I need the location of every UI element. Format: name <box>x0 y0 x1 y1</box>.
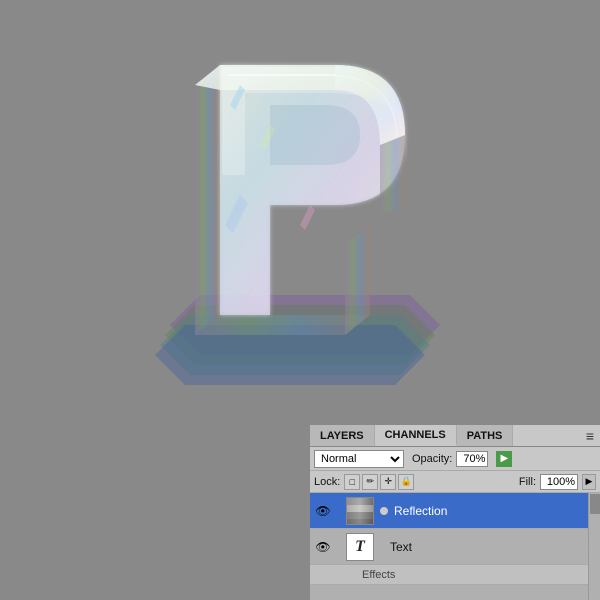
lock-all-btn[interactable]: 🔒 <box>398 474 414 490</box>
blend-opacity-row: Normal Opacity: ▶ <box>310 447 600 471</box>
effects-label: Effects <box>362 569 395 581</box>
layers-list: 👁 Reflection 👁 T <box>310 493 600 600</box>
letter-display <box>140 25 460 385</box>
layer-name-text: Text <box>390 540 583 554</box>
panels-area: LAYERS CHANNELS PATHS ≡ Normal Opacity: … <box>310 425 600 600</box>
lock-transparent-btn[interactable]: □ <box>344 474 360 490</box>
opacity-arrow[interactable]: ▶ <box>496 451 512 467</box>
tab-bar: LAYERS CHANNELS PATHS ≡ <box>310 425 600 447</box>
canvas-area <box>0 0 600 430</box>
opacity-label: Opacity: <box>412 453 452 465</box>
blend-mode-select[interactable]: Normal <box>314 450 404 468</box>
layer-name-reflection: Reflection <box>394 504 596 518</box>
layer-thumb-reflection <box>346 497 374 525</box>
lock-paint-btn[interactable]: ✏ <box>362 474 378 490</box>
effects-row: Effects <box>310 565 600 585</box>
layer-thumb-text: T <box>346 533 374 561</box>
visibility-icon-reflection[interactable]: 👁 <box>314 502 332 520</box>
scrollbar-thumb[interactable] <box>590 494 600 514</box>
fill-input[interactable] <box>540 474 578 490</box>
panel-menu-icon[interactable]: ≡ <box>580 425 600 446</box>
tab-channels[interactable]: CHANNELS <box>375 425 457 446</box>
opacity-input[interactable] <box>456 451 488 467</box>
tab-layers[interactable]: LAYERS <box>310 425 375 446</box>
layers-scrollbar[interactable] <box>588 493 600 600</box>
lock-label: Lock: <box>314 476 340 488</box>
layer-item-text[interactable]: 👁 T Text fx <box>310 529 600 565</box>
tab-paths[interactable]: PATHS <box>457 425 514 446</box>
layer-item-reflection[interactable]: 👁 Reflection <box>310 493 600 529</box>
layer-link-reflection <box>380 507 388 515</box>
lock-icons: □ ✏ ✛ 🔒 <box>344 474 414 490</box>
visibility-icon-text[interactable]: 👁 <box>314 538 332 556</box>
fill-label: Fill: <box>519 476 536 488</box>
fill-arrow[interactable]: ▶ <box>582 474 596 490</box>
lock-move-btn[interactable]: ✛ <box>380 474 396 490</box>
lock-fill-row: Lock: □ ✏ ✛ 🔒 Fill: ▶ <box>310 471 600 493</box>
